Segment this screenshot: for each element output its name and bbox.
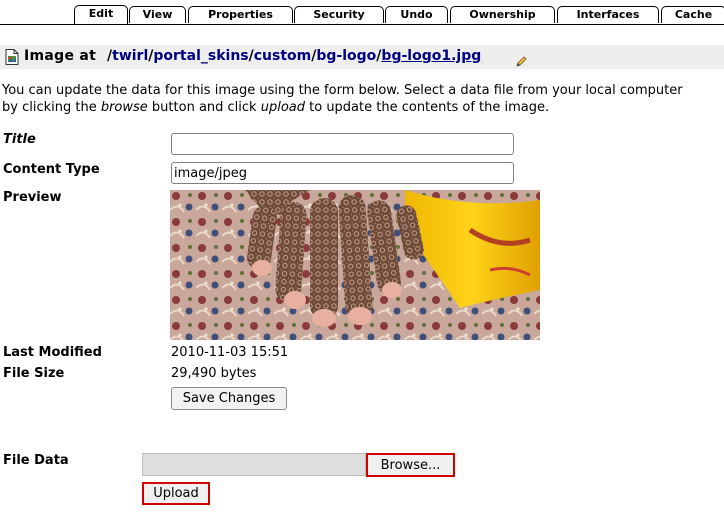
file-path-field[interactable] <box>142 453 366 476</box>
intro-text: You can update the data for this image u… <box>2 82 720 116</box>
intro-text-part: by clicking the <box>2 100 101 115</box>
title-input[interactable] <box>171 133 514 155</box>
tab-properties[interactable]: Properties <box>188 6 293 23</box>
file-size-value: 29,490 bytes <box>171 366 257 381</box>
breadcrumb-link-twirl[interactable]: twirl <box>112 48 148 64</box>
intro-line-1: You can update the data for this image u… <box>2 83 683 98</box>
intro-text-part: to update the contents of the image. <box>305 100 550 115</box>
content-type-input[interactable] <box>171 162 514 184</box>
title-label: Title <box>3 132 36 147</box>
tab-bar: Edit View Properties Security Undo Owner… <box>0 0 724 25</box>
file-data-label: File Data <box>3 453 69 468</box>
last-modified-value: 2010-11-03 15:51 <box>171 345 289 360</box>
upload-button[interactable]: Upload <box>142 482 210 505</box>
tab-cache[interactable]: Cache <box>661 6 724 23</box>
breadcrumb-link-portal-skins[interactable]: portal_skins <box>153 48 248 64</box>
tab-interfaces[interactable]: Interfaces <box>557 6 659 23</box>
breadcrumb: /twirl/portal_skins/custom/bg-logo/bg-lo… <box>107 48 481 64</box>
last-modified-label: Last Modified <box>3 345 102 360</box>
tab-edit[interactable]: Edit <box>74 5 128 24</box>
file-size-label: File Size <box>3 366 65 381</box>
intro-upload-word: upload <box>260 100 305 115</box>
tab-security[interactable]: Security <box>294 6 384 23</box>
image-file-icon <box>5 49 19 69</box>
breadcrumb-link-current-file[interactable]: bg-logo1.jpg <box>381 48 481 64</box>
page-header: Image at /twirl/portal_skins/custom/bg-l… <box>0 45 724 69</box>
intro-line-2: by clicking the browse button and click … <box>2 99 720 116</box>
save-changes-button[interactable]: Save Changes <box>171 387 287 410</box>
content-type-label: Content Type <box>3 162 100 177</box>
page-title: Image at <box>24 48 97 64</box>
tab-view[interactable]: View <box>129 6 186 23</box>
intro-text-part: button and click <box>147 100 261 115</box>
tab-ownership[interactable]: Ownership <box>450 6 555 23</box>
preview-label: Preview <box>3 190 62 205</box>
intro-browse-word: browse <box>100 100 148 115</box>
preview-image <box>170 190 540 340</box>
breadcrumb-link-bg-logo[interactable]: bg-logo <box>316 48 376 64</box>
pencil-icon[interactable] <box>516 55 527 71</box>
browse-button[interactable]: Browse... <box>366 453 455 477</box>
breadcrumb-link-custom[interactable]: custom <box>254 48 312 64</box>
tab-undo[interactable]: Undo <box>385 6 448 23</box>
